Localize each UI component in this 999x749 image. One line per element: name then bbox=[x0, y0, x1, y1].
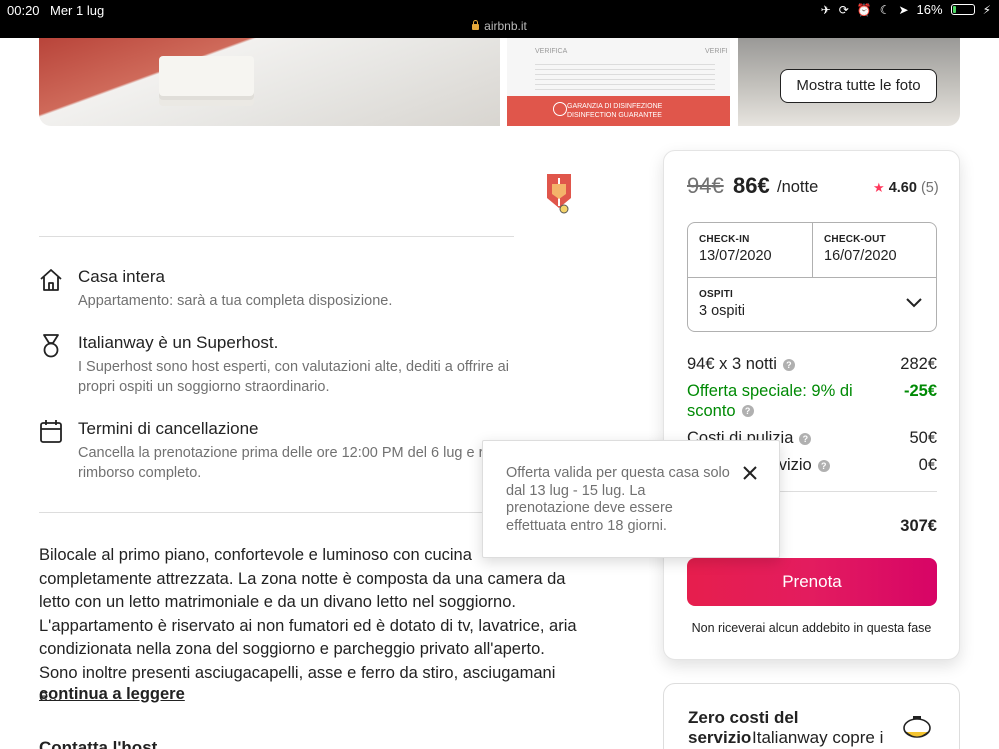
checkout-label: CHECK-OUT bbox=[824, 234, 886, 245]
status-icons: ✈ ⟳ ⏰ ☾ ➤ 16% ⚡ bbox=[821, 2, 991, 17]
charging-icon: ⚡ bbox=[982, 2, 991, 17]
disinfection-banner: GARANZIA DI DISINFEZIONE DISINFECTION GU… bbox=[507, 96, 730, 126]
discounted-price: 86€ bbox=[733, 173, 770, 198]
divider-middle bbox=[39, 512, 559, 513]
book-button[interactable]: Prenota bbox=[687, 558, 937, 606]
guests-label: OSPITI bbox=[699, 289, 733, 300]
no-charge-note: Non riceverai alcun addebito in questa f… bbox=[691, 621, 932, 635]
home-icon bbox=[40, 269, 62, 291]
piggy-bank-icon bbox=[903, 716, 931, 738]
star-icon: ★ bbox=[873, 180, 885, 195]
read-more-link[interactable]: continua a leggere bbox=[39, 685, 185, 704]
battery-icon bbox=[950, 4, 975, 15]
seal-icon bbox=[553, 102, 567, 116]
close-icon[interactable] bbox=[742, 465, 758, 481]
zero-fees-card: Zero costi del servizio Italianway copre… bbox=[663, 683, 960, 749]
moon-icon: ☾ bbox=[879, 2, 891, 17]
offer-amount: -25€ bbox=[903, 382, 937, 400]
towels-image bbox=[159, 56, 254, 96]
listing-description: Bilocale al primo piano, confortevole e … bbox=[39, 546, 577, 705]
photo-heading: VERIFICA bbox=[535, 48, 568, 55]
status-time: 00:20 bbox=[7, 3, 40, 18]
guests-dropdown[interactable]: OSPITI 3 ospiti bbox=[688, 278, 936, 332]
checkin-field[interactable]: CHECK-IN 13/07/2020 bbox=[688, 223, 813, 278]
checkin-label: CHECK-IN bbox=[699, 234, 750, 245]
sync-icon: ⟳ bbox=[838, 2, 849, 17]
cleaning-amount: 50€ bbox=[909, 429, 937, 447]
per-night-label: /notte bbox=[777, 178, 819, 196]
feature-description: Cancella la prenotazione prima delle ore… bbox=[78, 445, 533, 481]
status-date: Mer 1 lug bbox=[50, 3, 105, 18]
rating-value: 4.60 bbox=[888, 180, 917, 196]
banner-line-2: DISINFECTION GUARANTEE bbox=[567, 112, 662, 119]
photo-disinfection[interactable]: VERIFICA VERIFI GARANZIA DI DISINFEZIONE… bbox=[507, 38, 730, 126]
nights-amount: 282€ bbox=[900, 355, 937, 373]
superhost-badge-icon bbox=[547, 174, 571, 214]
nights-label: 94€ x 3 notti bbox=[687, 355, 777, 373]
divider-top bbox=[39, 236, 514, 237]
contact-host-heading: Contatta l'host bbox=[39, 738, 158, 749]
address-bar[interactable]: airbnb.it bbox=[0, 19, 999, 33]
chevron-down-icon bbox=[906, 298, 922, 308]
battery-fill bbox=[952, 6, 956, 13]
offer-label-1: Offerta speciale: 9% di bbox=[687, 382, 853, 400]
original-price: 94€ bbox=[687, 173, 724, 198]
status-bar: 00:20 Mer 1 lug airbnb.it ✈ ⟳ ⏰ ☾ ➤ 16% … bbox=[0, 0, 999, 38]
location-icon: ➤ bbox=[898, 2, 909, 17]
feature-description: I Superhost sono host esperti, con valut… bbox=[78, 359, 509, 395]
calendar-icon bbox=[40, 420, 62, 443]
feature-description: Appartamento: sarà a tua completa dispos… bbox=[78, 293, 393, 309]
url-text: airbnb.it bbox=[484, 19, 527, 33]
help-icon[interactable]: ? bbox=[799, 432, 812, 445]
guests-value: 3 ospiti bbox=[699, 303, 745, 319]
tooltip-text: Offerta valida per questa casa solo dal … bbox=[506, 465, 730, 534]
medal-icon bbox=[43, 334, 59, 358]
help-icon[interactable]: ? bbox=[817, 459, 830, 472]
nights-row: 94€ x 3 notti? 282€ bbox=[687, 355, 937, 374]
feature-superhost: Italianway è un Superhost. I Superhost s… bbox=[39, 333, 559, 403]
help-icon[interactable]: ? bbox=[782, 358, 795, 371]
photo-heading-2: VERIFI bbox=[705, 48, 728, 55]
show-all-photos-button[interactable]: Mostra tutte le foto bbox=[780, 69, 937, 103]
service-amount: 0€ bbox=[918, 456, 937, 474]
offer-label-2: sconto bbox=[687, 401, 736, 420]
checkout-value: 16/07/2020 bbox=[824, 248, 897, 264]
feature-title: Italianway è un Superhost. bbox=[78, 333, 279, 352]
banner-line-1: GARANZIA DI DISINFEZIONE bbox=[567, 103, 663, 110]
zero-fees-text: Italianway copre i bbox=[752, 728, 884, 747]
checkin-value: 13/07/2020 bbox=[699, 248, 772, 264]
date-guest-picker: CHECK-IN 13/07/2020 CHECK-OUT 16/07/2020… bbox=[687, 222, 937, 332]
offer-tooltip: Offerta valida per questa casa solo dal … bbox=[482, 440, 780, 558]
help-icon[interactable]: ? bbox=[741, 405, 754, 418]
document-lines bbox=[535, 60, 715, 90]
feature-title: Termini di cancellazione bbox=[78, 419, 259, 438]
lock-icon bbox=[472, 20, 480, 30]
airplane-icon: ✈ bbox=[820, 2, 831, 17]
battery-percent: 16% bbox=[916, 2, 943, 17]
feature-title: Casa intera bbox=[78, 267, 165, 286]
feature-cancellation: Termini di cancellazione Cancella la pre… bbox=[39, 419, 559, 489]
special-offer-row: Offerta speciale: 9% di sconto? -25€ bbox=[687, 382, 937, 421]
photo-bedroom[interactable] bbox=[39, 38, 500, 126]
feature-entire-home: Casa intera Appartamento: sarà a tua com… bbox=[39, 267, 559, 317]
rating[interactable]: ★ 4.60 (5) bbox=[873, 180, 939, 196]
alarm-icon: ⏰ bbox=[856, 2, 872, 17]
review-count: (5) bbox=[920, 180, 939, 196]
checkout-field[interactable]: CHECK-OUT 16/07/2020 bbox=[812, 223, 937, 278]
